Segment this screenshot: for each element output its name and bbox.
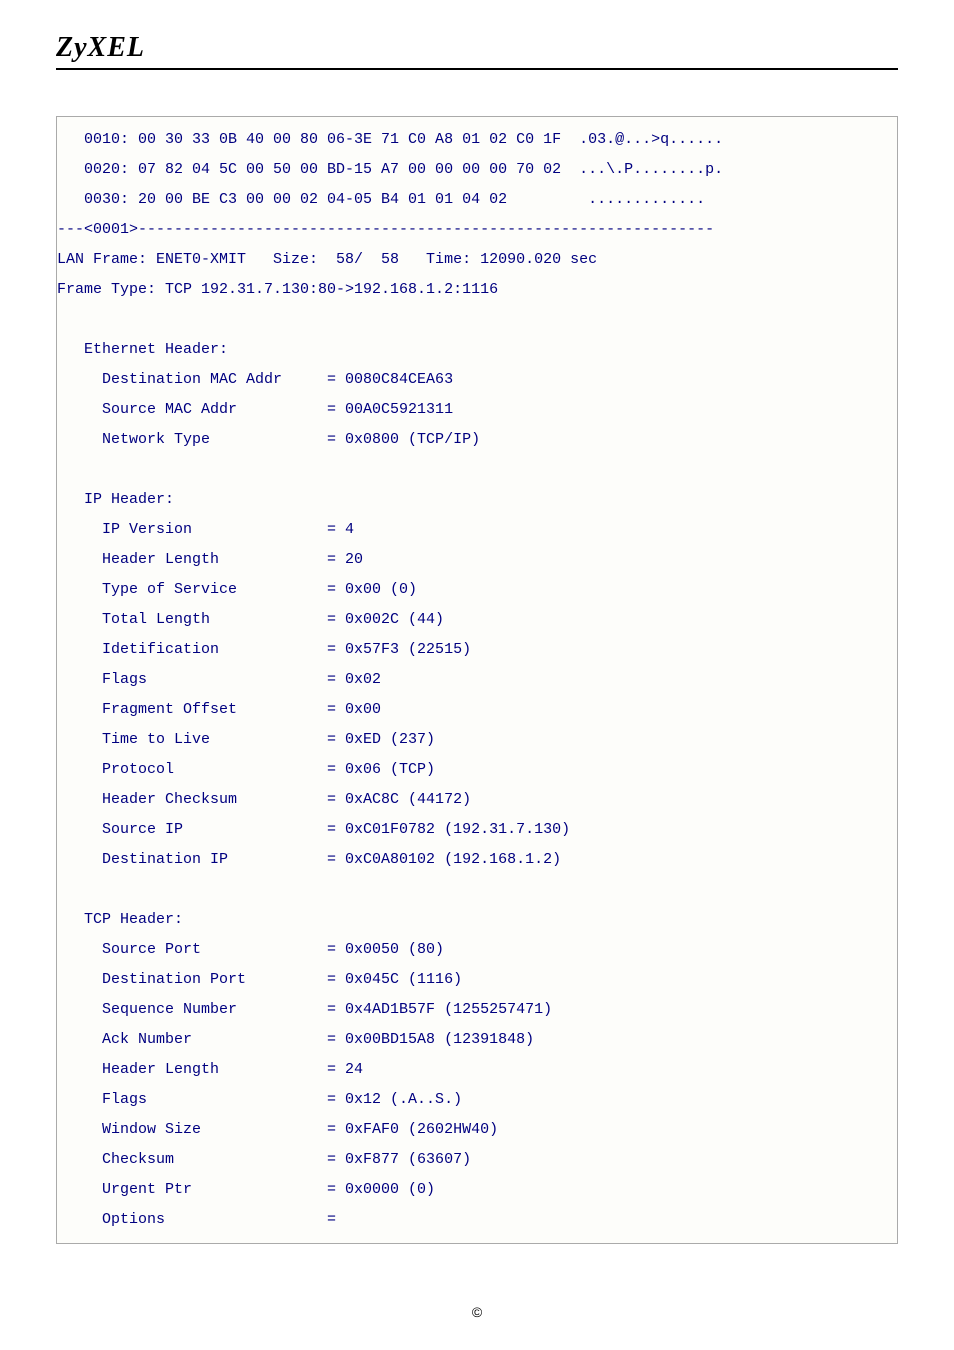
packet-line: IP Header: [57,485,897,515]
packet-line: Frame Type: TCP 192.31.7.130:80->192.168… [57,275,897,305]
packet-line: Destination MAC Addr = 0080C84CEA63 [57,365,897,395]
packet-line: Checksum = 0xF877 (63607) [57,1145,897,1175]
packet-line: 0010: 00 30 33 0B 40 00 80 06-3E 71 C0 A… [57,125,897,155]
packet-line: 0030: 20 00 BE C3 00 00 02 04-05 B4 01 0… [57,185,897,215]
packet-line: Flags = 0x12 (.A..S.) [57,1085,897,1115]
packet-line: IP Version = 4 [57,515,897,545]
packet-line: Header Length = 20 [57,545,897,575]
header-divider [56,68,898,70]
packet-line: Network Type = 0x0800 (TCP/IP) [57,425,897,455]
packet-line: Ethernet Header: [57,335,897,365]
packet-trace-box: 0010: 00 30 33 0B 40 00 80 06-3E 71 C0 A… [56,116,898,1244]
packet-line: Source IP = 0xC01F0782 (192.31.7.130) [57,815,897,845]
packet-line: Time to Live = 0xED (237) [57,725,897,755]
packet-line: Urgent Ptr = 0x0000 (0) [57,1175,897,1205]
packet-line: Options = [57,1205,897,1235]
packet-line: Sequence Number = 0x4AD1B57F (1255257471… [57,995,897,1025]
packet-line [57,875,897,905]
packet-line: 0020: 07 82 04 5C 00 50 00 BD-15 A7 00 0… [57,155,897,185]
packet-line [57,455,897,485]
page-header: ZyXEL [0,0,954,78]
packet-line: Source Port = 0x0050 (80) [57,935,897,965]
packet-line: Total Length = 0x002C (44) [57,605,897,635]
packet-line: Type of Service = 0x00 (0) [57,575,897,605]
packet-line: ---<0001>-------------------------------… [57,215,897,245]
packet-line: Header Length = 24 [57,1055,897,1085]
packet-line: Idetification = 0x57F3 (22515) [57,635,897,665]
packet-line: Ack Number = 0x00BD15A8 (12391848) [57,1025,897,1055]
packet-line: TCP Header: [57,905,897,935]
brand-logo: ZyXEL [56,32,898,64]
packet-line: LAN Frame: ENET0-XMIT Size: 58/ 58 Time:… [57,245,897,275]
packet-line: Header Checksum = 0xAC8C (44172) [57,785,897,815]
packet-line: Source MAC Addr = 00A0C5921311 [57,395,897,425]
packet-line: Destination Port = 0x045C (1116) [57,965,897,995]
packet-line: Destination IP = 0xC0A80102 (192.168.1.2… [57,845,897,875]
packet-line [57,305,897,335]
page-footer: © [0,1304,954,1320]
packet-line: Fragment Offset = 0x00 [57,695,897,725]
packet-line: Flags = 0x02 [57,665,897,695]
packet-line: Protocol = 0x06 (TCP) [57,755,897,785]
content-area: 0010: 00 30 33 0B 40 00 80 06-3E 71 C0 A… [0,78,954,1264]
packet-line: Window Size = 0xFAF0 (2602HW40) [57,1115,897,1145]
